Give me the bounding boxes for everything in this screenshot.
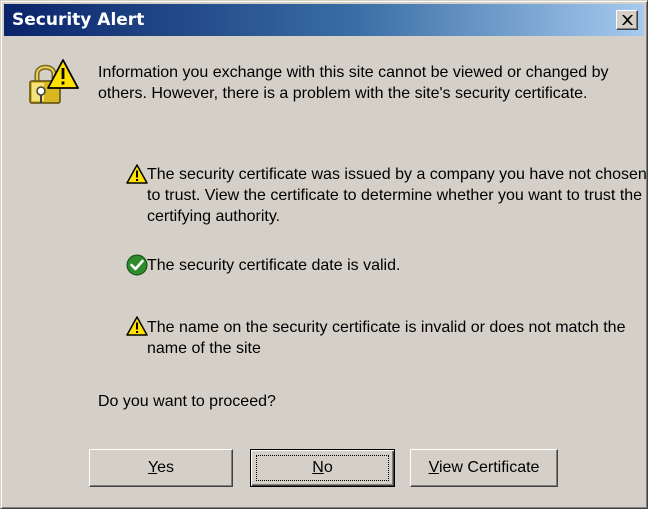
item-name-mismatch: The name on the security certificate is … xyxy=(147,319,626,357)
item-untrusted-issuer: The security certificate was issued by a… xyxy=(147,166,647,225)
no-button-label: No xyxy=(312,459,333,476)
view-certificate-button[interactable]: View Certificate xyxy=(410,449,558,487)
security-alert-dialog: Security Alert Information you exchange … xyxy=(0,0,648,509)
proceed-question: Do you want to proceed? xyxy=(98,393,276,410)
item-date-valid: The security certificate date is valid. xyxy=(147,257,401,274)
yes-button-label: Yes xyxy=(147,459,175,476)
lock-warning-icon xyxy=(29,59,79,104)
dialog-title: Security Alert xyxy=(12,10,145,30)
check-icon xyxy=(126,254,148,276)
warning-icon xyxy=(126,164,148,184)
close-button[interactable] xyxy=(616,10,638,30)
yes-button[interactable]: Yes xyxy=(89,449,233,487)
title-bar[interactable]: Security Alert xyxy=(4,4,644,36)
warning-icon xyxy=(126,316,148,336)
view-certificate-button-label: View Certificate xyxy=(428,459,540,476)
close-icon xyxy=(622,15,633,25)
intro-message: Information you exchange with this site … xyxy=(98,64,609,102)
no-button[interactable]: No xyxy=(250,449,395,487)
